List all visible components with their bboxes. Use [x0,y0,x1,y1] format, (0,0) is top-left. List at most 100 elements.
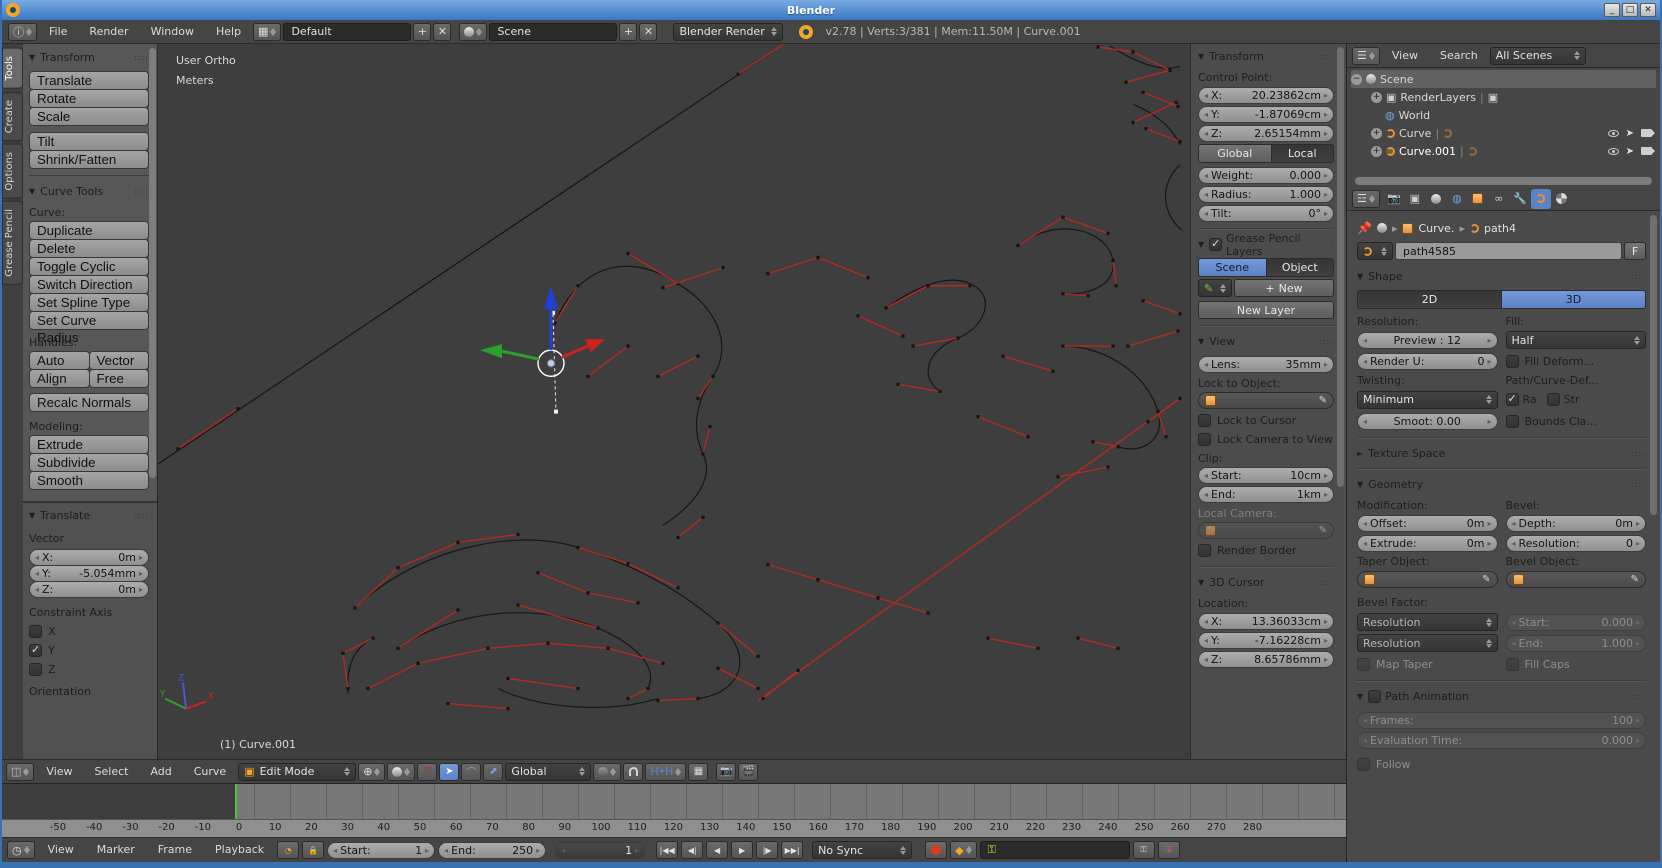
clip-start-field[interactable]: Start:10cm [1198,467,1334,484]
viewport-shading-dropdown[interactable]: ⊕ [358,763,385,781]
vp-menu-curve[interactable]: Curve [184,761,236,783]
handles-vector-button[interactable]: Vector [89,351,150,370]
constraint-x-checkbox[interactable] [29,625,42,638]
grease-pencil-checkbox[interactable] [1209,238,1222,251]
datablock-name-field[interactable]: path4585 [1395,242,1622,260]
shrink-fatten-button[interactable]: Shrink/Fatten [29,150,149,169]
shape-2d-button[interactable]: 2D [1357,290,1502,309]
manipulator-translate-icon[interactable]: ➤ [439,763,459,781]
tab-create[interactable]: Create [2,92,23,141]
delete-button[interactable]: Delete [29,239,149,258]
twisting-dropdown[interactable]: Minimum [1357,391,1498,409]
tab-constraints-icon[interactable]: ∞ [1489,189,1509,209]
lock-to-cursor-checkbox[interactable] [1198,414,1211,427]
stretch-checkbox[interactable] [1547,393,1560,406]
expand-icon[interactable]: + [1371,92,1382,103]
play-reverse-button[interactable]: ◀ [706,841,728,859]
handles-free-button[interactable]: Free [89,369,150,388]
jump-to-start-button[interactable]: |◀◀ [656,841,678,859]
gp-object-tab[interactable]: Object [1266,258,1335,277]
smooth-button[interactable]: Smooth [29,471,149,490]
snap-grid-icon[interactable]: ▦ [688,763,708,781]
play-button[interactable]: ▶ [731,841,753,859]
selectability-cursor-icon[interactable]: ➤ [1626,128,1634,139]
eyedropper-icon[interactable]: ✎ [1319,395,1327,406]
grease-pencil-header[interactable]: Grease Pencil Layers: [1198,236,1334,253]
view-panel-header[interactable]: View:::: [1198,333,1334,350]
cursor-y-field[interactable]: Y:-7.16228cm [1198,632,1334,649]
n-panel-scrollbar[interactable] [1337,47,1344,487]
render-engine-dropdown[interactable]: Blender Render [673,23,783,41]
texture-space-panel-header[interactable]: Texture Space:::: [1357,445,1646,462]
toggle-cyclic-button[interactable]: Toggle Cyclic [29,257,149,276]
gp-scene-tab[interactable]: Scene [1198,258,1267,277]
vp-menu-select[interactable]: Select [85,761,139,783]
radius-checkbox[interactable] [1506,393,1519,406]
preview-resolution-field[interactable]: Preview : 12 [1357,332,1498,349]
frame-start-field[interactable]: Start:1 [327,842,435,859]
tab-object-data-icon[interactable] [1531,189,1551,209]
outliner-menu-search[interactable]: Search [1430,45,1488,67]
outliner-filter-dropdown[interactable]: All Scenes [1490,47,1586,65]
tab-world-icon[interactable]: ◍ [1447,189,1467,209]
duplicate-button[interactable]: Duplicate [29,221,149,240]
tab-render-layers-icon[interactable]: ▣ [1405,189,1425,209]
selectability-cursor-icon-2[interactable]: ➤ [1626,146,1634,157]
delete-keyframe-button[interactable]: ⚿̸ [1158,841,1180,859]
gp-new-button[interactable]: +New [1234,279,1334,297]
insert-keyframe-button[interactable]: ⚿ [1133,841,1155,859]
offset-field[interactable]: Offset:0m [1357,515,1498,532]
extrude-field[interactable]: Extrude:0m [1357,535,1498,552]
render-border-checkbox[interactable] [1198,544,1211,557]
recalc-normals-button[interactable]: Recalc Normals [29,393,149,412]
timeline-ruler[interactable]: -50-40-30-20-100102030405060708090100110… [2,819,1346,837]
editor-type-outliner-button[interactable]: ☰ [1352,47,1380,65]
layout-name-field[interactable]: Default [283,23,411,41]
global-button[interactable]: Global [1198,144,1272,163]
map-taper-checkbox[interactable] [1357,658,1370,671]
id-type-dropdown[interactable] [1357,242,1393,260]
snap-element-dropdown[interactable]: H•H [645,763,686,781]
outliner-menu-view[interactable]: View [1382,45,1428,67]
pivot-center-dropdown[interactable] [387,763,415,781]
transform-orientation-dropdown[interactable]: Global [505,763,591,781]
use-preview-range-icon[interactable]: ◔ [277,841,299,859]
fill-caps-checkbox[interactable] [1506,658,1519,671]
renderability-camera-icon[interactable] [1641,129,1652,137]
expand-icon-curve[interactable]: + [1371,128,1382,139]
cursor-x-field[interactable]: X:13.36033cm [1198,613,1334,630]
bevel-factor-start-field[interactable]: Start:0.000 [1506,614,1647,631]
add-scene-button[interactable]: + [619,23,637,41]
np-transform-header[interactable]: Transform:::: [1198,48,1334,65]
manipulator-x-arrow[interactable] [585,339,605,352]
constraint-y-checkbox[interactable] [29,644,42,657]
keying-set-field[interactable]: ⚿ [980,841,1130,859]
timeline-band[interactable] [2,783,1346,819]
menu-render[interactable]: Render [79,21,138,43]
next-keyframe-button[interactable]: |▶ [756,841,778,859]
taper-object-field[interactable]: ✎ [1357,571,1498,588]
delete-scene-button[interactable]: ✕ [639,23,657,41]
menu-help[interactable]: Help [206,21,251,43]
path-animation-panel-header[interactable]: Path Animation:::: [1357,688,1646,705]
jump-to-end-button[interactable]: ▶▶| [781,841,803,859]
translate-button[interactable]: Translate [29,71,149,90]
crumb-object-name[interactable]: Curve. [1418,222,1454,235]
mode-dropdown[interactable]: ▣Edit Mode [238,763,356,781]
tab-render-icon[interactable]: 📷 [1384,189,1404,209]
vp-menu-view[interactable]: View [36,761,82,783]
auto-keyframe-record-button[interactable] [925,841,947,859]
scene-icon-button[interactable] [459,23,487,41]
cp-x-field[interactable]: X:20.23862cm [1198,87,1334,104]
bounds-clamp-checkbox[interactable] [1506,415,1519,428]
outliner-row-scene[interactable]: − Scene [1351,70,1656,88]
expand-icon-curve001[interactable]: + [1371,146,1382,157]
bevel-depth-field[interactable]: Depth:0m [1506,515,1647,532]
outliner-row-renderlayers[interactable]: + ▣ RenderLayers | ▣ [1351,88,1656,106]
editor-type-info-button[interactable]: ⓘ [8,23,37,41]
tool-shelf-scrollbar[interactable] [149,48,156,478]
properties-scrollbar[interactable] [1650,215,1657,515]
follow-checkbox[interactable] [1357,758,1370,771]
manipulator-y-arrow[interactable] [480,344,502,358]
tl-menu-frame[interactable]: Frame [148,839,202,861]
